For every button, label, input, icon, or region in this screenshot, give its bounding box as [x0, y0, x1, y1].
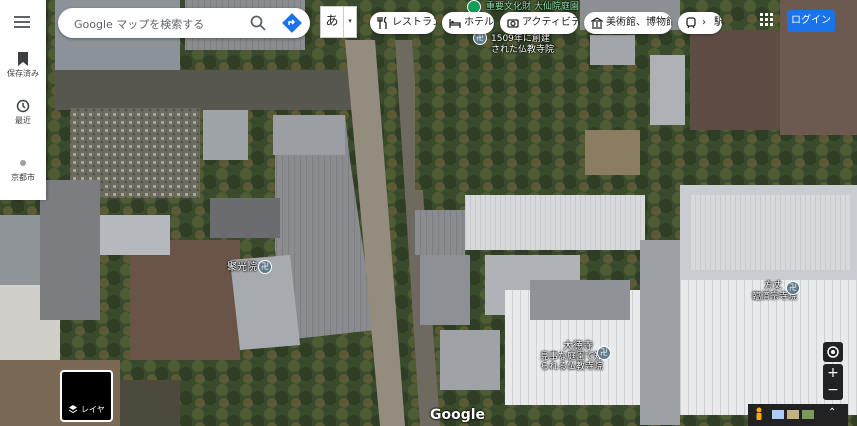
chip-label: レストラン — [392, 17, 436, 28]
terrain-thumb-icon[interactable] — [787, 410, 799, 419]
camera-icon — [507, 19, 519, 28]
bottom-control-bar: ⌃ — [748, 404, 848, 426]
sidebar-item-label: 京都市 — [11, 173, 35, 182]
temple-poi-icon[interactable]: 卍 — [258, 260, 272, 274]
sidebar: 保存済み 最近 京都市 — [0, 0, 46, 200]
chip-hotel[interactable]: ホテル — [442, 12, 494, 34]
temple-poi-icon[interactable]: 卍 — [786, 281, 800, 295]
expand-icon[interactable]: ⌃ — [828, 407, 836, 418]
restaurant-icon — [377, 17, 387, 29]
location-thumb-icon — [20, 160, 26, 166]
login-button[interactable]: ログイン — [787, 10, 835, 32]
search-input[interactable]: Google マップを検索する — [74, 16, 204, 32]
directions-icon[interactable] — [282, 13, 302, 33]
search-box[interactable]: Google マップを検索する — [58, 8, 310, 38]
hotel-icon — [449, 19, 461, 28]
sidebar-item-saved[interactable]: 保存済み — [0, 52, 46, 79]
poi-label-desc1: 1509年に創建 — [491, 34, 550, 44]
apps-grid-icon[interactable] — [760, 13, 774, 27]
my-location-button[interactable] — [823, 342, 843, 362]
chip-restaurant[interactable]: レストラン — [370, 12, 436, 34]
poi-label-hojo[interactable]: 方丈 — [764, 281, 782, 291]
sidebar-item-label: 最近 — [15, 116, 31, 125]
layers-icon — [68, 405, 78, 414]
poi-label-desc2: された仏教寺院 — [491, 45, 555, 55]
map-thumb-icon[interactable] — [772, 410, 784, 419]
bookmark-icon — [18, 52, 28, 66]
ime-dropdown-button[interactable]: ▾ — [343, 6, 357, 38]
sidebar-item-kyoto[interactable]: 京都市 — [0, 158, 46, 183]
chip-station[interactable]: › 駅 — [678, 12, 722, 34]
google-logo: Google — [430, 407, 486, 423]
layer-label: レイヤ — [81, 405, 105, 414]
poi-label-daitokuji-desc1: 見事な庭園で知 — [540, 352, 604, 362]
temple-poi-icon[interactable]: 卍 — [597, 346, 611, 360]
sidebar-item-recent[interactable]: 最近 — [0, 99, 46, 126]
chip-label: 美術館、博物館 — [606, 17, 672, 28]
satellite-thumb-icon[interactable] — [802, 410, 814, 419]
chip-label: ホテル — [464, 17, 494, 28]
museum-icon — [591, 17, 603, 29]
poi-label-top[interactable]: 重要文化財 大仙院庭園 — [486, 2, 579, 12]
chip-label: アクティビティ — [522, 17, 578, 28]
satellite-map[interactable]: 重要文化財 大仙院庭園 卍 1509年に創建 された仏教寺院 聚光院 卍 大徳寺… — [0, 0, 857, 426]
chip-activity[interactable]: アクティビティ — [500, 12, 578, 34]
zoom-out-button[interactable]: − — [823, 382, 843, 400]
zoom-in-button[interactable]: + — [823, 364, 843, 382]
history-icon — [16, 99, 30, 113]
poi-label-jukoin[interactable]: 聚光院 — [227, 263, 257, 273]
poi-label-daitokuji[interactable]: 大徳寺 — [563, 342, 593, 352]
ime-mode-button[interactable]: あ — [320, 6, 344, 38]
satellite-imagery — [0, 0, 857, 426]
layer-switcher[interactable]: レイヤ — [60, 370, 113, 422]
zoom-control: + − — [823, 364, 843, 400]
my-location-icon — [827, 346, 839, 358]
chip-label: 駅 — [714, 17, 722, 28]
sidebar-item-label: 保存済み — [7, 69, 39, 78]
train-icon — [686, 17, 696, 29]
poi-label-daitokuji-desc2: られる仏教寺院 — [540, 362, 604, 372]
menu-icon[interactable] — [14, 16, 30, 28]
chevron-right-icon[interactable]: › — [702, 12, 706, 34]
pegman-icon[interactable] — [754, 407, 764, 423]
search-icon[interactable] — [250, 15, 266, 31]
chip-museum[interactable]: 美術館、博物館 — [584, 12, 672, 34]
